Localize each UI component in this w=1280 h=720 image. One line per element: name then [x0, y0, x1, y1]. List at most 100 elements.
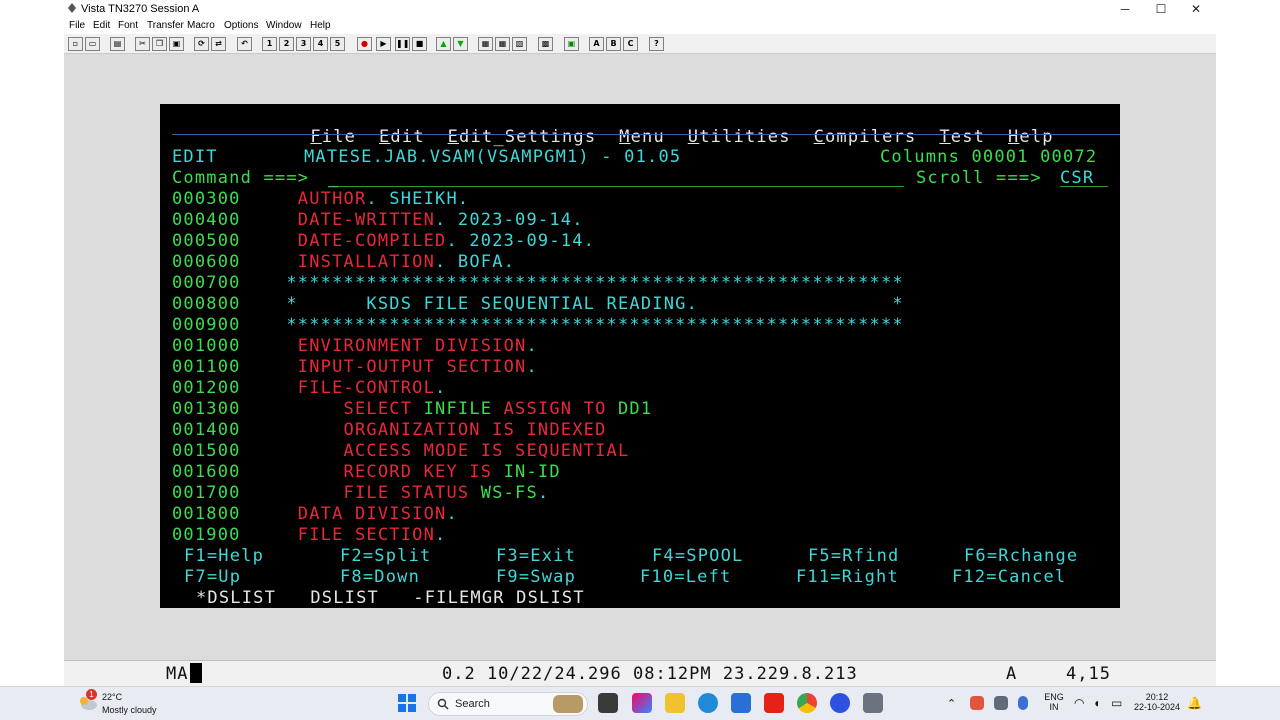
zoom-icon[interactable] [830, 693, 850, 713]
ispf-menu-file[interactable]: File [310, 127, 356, 147]
menu-macro[interactable]: Macro [187, 19, 215, 32]
line-number[interactable]: 000500 [172, 231, 241, 251]
fkey-f1[interactable]: F1=Help [184, 546, 264, 567]
connect-icon[interactable]: ⟳ [194, 37, 209, 51]
line-number[interactable]: 000800 [172, 294, 241, 314]
menu-edit[interactable]: Edit [93, 19, 110, 32]
ispf-menu-edit-settings[interactable]: Edit_Settings [448, 127, 597, 147]
line-number[interactable]: 000300 [172, 189, 241, 209]
macro-3-button[interactable]: 3 [296, 37, 311, 51]
source-line[interactable]: 000700 *********************************… [172, 273, 904, 294]
line-number[interactable]: 001000 [172, 336, 241, 356]
line-number[interactable]: 000700 [172, 273, 241, 293]
line-number[interactable]: 000900 [172, 315, 241, 335]
wifi-icon[interactable]: ◠ [1074, 696, 1084, 710]
macro-4-button[interactable]: 4 [313, 37, 328, 51]
source-line[interactable]: 001000 ENVIRONMENT DIVISION. [172, 336, 538, 357]
menu-transfer[interactable]: Transfer [147, 19, 184, 32]
fkey-f8[interactable]: F8=Down [340, 567, 420, 588]
play-icon[interactable]: ▶ [376, 37, 391, 51]
line-number[interactable]: 001700 [172, 483, 241, 503]
source-line[interactable]: 000500 DATE-COMPILED. 2023-09-14. [172, 231, 595, 252]
source-line[interactable]: 001600 RECORD KEY IS IN-ID [172, 462, 561, 483]
source-line[interactable]: 000900 *********************************… [172, 315, 904, 336]
source-line[interactable]: 001200 FILE-CONTROL. [172, 378, 446, 399]
source-line[interactable]: 000300 AUTHOR. SHEIKH. [172, 189, 469, 210]
clock[interactable]: 20:12 22-10-2024 [1132, 692, 1182, 712]
ispf-menu-utilities[interactable]: Utilities [688, 127, 791, 147]
down-arrow-icon[interactable]: ▼ [453, 37, 468, 51]
source-line[interactable]: 001100 INPUT-OUTPUT SECTION. [172, 357, 538, 378]
c-button[interactable]: C [623, 37, 638, 51]
cut-icon[interactable]: ✂ [135, 37, 150, 51]
line-number[interactable]: 001800 [172, 504, 241, 524]
ispf-menu-edit[interactable]: Edit [379, 127, 425, 147]
terminal-screen[interactable]: File Edit Edit_Settings Menu Utilities C… [160, 104, 1120, 608]
stop-icon[interactable]: ■ [412, 37, 427, 51]
copilot-icon[interactable] [632, 693, 652, 713]
settings-icon-3[interactable]: ▧ [512, 37, 527, 51]
line-number[interactable]: 001100 [172, 357, 241, 377]
disconnect-icon[interactable]: ⇄ [211, 37, 226, 51]
fkey-f2[interactable]: F2=Split [340, 546, 431, 567]
source-line[interactable]: 001700 FILE STATUS WS-FS. [172, 483, 549, 504]
fkey-f10[interactable]: F10=Left [640, 567, 731, 588]
source-line[interactable]: 000400 DATE-WRITTEN. 2023-09-14. [172, 210, 584, 231]
tray-chevron-icon[interactable]: ⌃ [947, 697, 956, 710]
fkey-f6[interactable]: F6=Rchange [964, 546, 1078, 567]
macro-2-button[interactable]: 2 [279, 37, 294, 51]
windows-start-icon[interactable] [397, 693, 417, 713]
macro-5-button[interactable]: 5 [330, 37, 345, 51]
menu-options[interactable]: Options [224, 19, 258, 32]
source-line[interactable]: 000600 INSTALLATION. BOFA. [172, 252, 515, 273]
tray-app-icon-2[interactable] [994, 696, 1008, 710]
line-number[interactable]: 001500 [172, 441, 241, 461]
open-icon[interactable]: ▭ [85, 37, 100, 51]
source-line[interactable]: 001400 ORGANIZATION IS INDEXED [172, 420, 607, 441]
tray-app-icon-1[interactable] [970, 696, 984, 710]
store-icon[interactable] [731, 693, 751, 713]
fkey-f5[interactable]: F5=Rfind [808, 546, 899, 567]
ispf-menu-test[interactable]: Test [939, 127, 985, 147]
close-button[interactable]: ✕ [1179, 0, 1213, 18]
tn3270-taskbar-icon[interactable] [863, 693, 883, 713]
fkey-f12[interactable]: F12=Cancel [952, 567, 1066, 588]
help-button[interactable]: ? [649, 37, 664, 51]
maximize-button[interactable]: ☐ [1144, 0, 1178, 18]
chrome-icon[interactable] [797, 693, 817, 713]
file-explorer-icon[interactable] [665, 693, 685, 713]
print-icon[interactable]: ▤ [110, 37, 125, 51]
ispf-menu-compilers[interactable]: Compilers [814, 127, 917, 147]
microphone-icon[interactable] [1018, 696, 1028, 710]
source-line[interactable]: 001900 FILE SECTION. [172, 525, 446, 546]
minimize-button[interactable]: ─ [1108, 0, 1142, 18]
line-number[interactable]: 001600 [172, 462, 241, 482]
a-button[interactable]: A [589, 37, 604, 51]
source-line[interactable]: 001800 DATA DIVISION. [172, 504, 458, 525]
source-line[interactable]: 000800 * KSDS FILE SEQUENTIAL READING. * [172, 294, 904, 315]
copy-icon[interactable]: ❐ [152, 37, 167, 51]
ispf-menu-menu[interactable]: Menu [619, 127, 665, 147]
notification-bell-icon[interactable]: 🔔 [1187, 696, 1202, 710]
menu-window[interactable]: Window [266, 19, 302, 32]
pause-icon[interactable]: ❚❚ [395, 37, 410, 51]
ispf-menu-help[interactable]: Help [1008, 127, 1054, 147]
task-view-icon[interactable] [598, 693, 618, 713]
undo-icon[interactable]: ↶ [237, 37, 252, 51]
dslist-tabs[interactable]: *DSLIST DSLIST -FILEMGR DSLIST [196, 588, 585, 609]
fkey-f9[interactable]: F9=Swap [496, 567, 576, 588]
language-indicator[interactable]: ENG IN [1042, 692, 1066, 712]
title-bar[interactable]: Vista TN3270 Session A ─ ☐ ✕ [64, 0, 1216, 18]
settings-icon-5[interactable]: ▣ [564, 37, 579, 51]
line-number[interactable]: 000400 [172, 210, 241, 230]
source-line[interactable]: 001500 ACCESS MODE IS SEQUENTIAL [172, 441, 629, 462]
line-number[interactable]: 000600 [172, 252, 241, 272]
line-number[interactable]: 001200 [172, 378, 241, 398]
line-number[interactable]: 001300 [172, 399, 241, 419]
source-line[interactable]: 001300 SELECT INFILE ASSIGN TO DD1 [172, 399, 652, 420]
volume-icon[interactable]: ◖ [1093, 696, 1100, 710]
fkey-f7[interactable]: F7=Up [184, 567, 241, 588]
weather-widget[interactable]: 1 22°C Mostly cloudy [78, 689, 198, 719]
record-icon[interactable]: ● [357, 37, 372, 51]
edge-icon[interactable] [698, 693, 718, 713]
